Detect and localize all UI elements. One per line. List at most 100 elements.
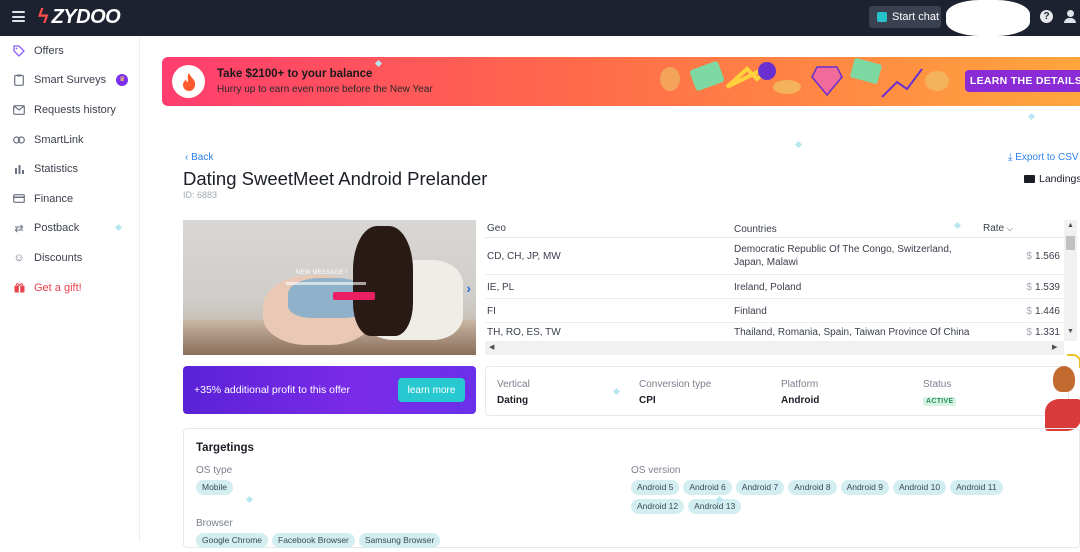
sidebar-item-smartlink[interactable]: SmartLink xyxy=(0,125,139,155)
banner-subtitle: Hurry up to earn even more before the Ne… xyxy=(217,84,433,95)
user-area[interactable] xyxy=(946,0,1030,36)
banner-title: Take $2100+ to your balance xyxy=(217,68,373,80)
horizontal-scrollbar[interactable]: ◀ ▶ xyxy=(485,341,1064,355)
preview-message: NEW MESSAGE ! xyxy=(296,270,348,276)
back-link[interactable]: ‹ Back xyxy=(185,152,213,163)
table-row: CD, CH, JP, MW Democratic Republic Of Th… xyxy=(485,239,1065,275)
chip: Android 9 xyxy=(840,480,889,495)
mail-icon xyxy=(12,104,26,116)
promo-banner[interactable]: Take $2100+ to your balance Hurry up to … xyxy=(162,57,1080,106)
scroll-up-icon[interactable]: ▲ xyxy=(1066,222,1075,229)
promo-text: +35% additional profit to this offer xyxy=(194,384,350,396)
header-rate-label: Rate xyxy=(983,223,1005,234)
os-type-chips: Mobile xyxy=(196,480,496,499)
os-version-label: OS version xyxy=(631,465,681,476)
targetings-panel: Targetings OS type Mobile OS version And… xyxy=(183,428,1080,548)
table-row: TH, RO, ES, TW Thailand, Romania, Spain,… xyxy=(485,324,1065,341)
chip: Android 8 xyxy=(788,480,837,495)
sidebar-item-label: Smart Surveys xyxy=(34,74,107,87)
chip: Android 12 xyxy=(631,499,685,514)
snowflake-decoration xyxy=(1027,112,1036,121)
landings-label: Landings xyxy=(1039,173,1080,185)
table-header: Geo Countries Rate ⌵ xyxy=(485,220,1078,238)
smile-icon: ☺ xyxy=(13,251,25,264)
card-icon xyxy=(12,193,26,205)
row-countries: Democratic Republic Of The Congo, Switze… xyxy=(734,244,952,268)
row-countries: Ireland, Poland xyxy=(734,282,802,293)
landing-preview[interactable]: NEW MESSAGE ! › xyxy=(183,220,476,355)
meta-status: Status ACTIVE xyxy=(923,379,957,408)
chip: Android 13 xyxy=(688,499,742,514)
learn-more-button[interactable]: learn more xyxy=(398,378,465,402)
link-icon xyxy=(12,134,26,146)
row-geo: CD, CH, JP, MW xyxy=(487,251,561,262)
meta-conversion-type: Conversion type CPI xyxy=(639,379,711,406)
header-geo[interactable]: Geo xyxy=(487,223,506,234)
logo-text: ZYDOO xyxy=(51,5,121,28)
export-csv-link[interactable]: ⤓ Export to CSV xyxy=(1008,152,1079,163)
chip: Mobile xyxy=(196,480,234,495)
row-rate: $1.446 xyxy=(982,306,1060,317)
browser-chips: Google Chrome Facebook Browser Samsung B… xyxy=(196,533,596,552)
fire-icon xyxy=(172,65,205,98)
table-row: FI Finland $1.446 xyxy=(485,300,1065,323)
sidebar-item-label: Get a gift! xyxy=(34,281,82,294)
sidebar-item-offers[interactable]: Offers xyxy=(0,36,139,66)
learn-details-button[interactable]: LEARN THE DETAILS xyxy=(965,70,1080,92)
rate-value: 1.566 xyxy=(1034,251,1060,262)
sidebar-item-smart-surveys[interactable]: Smart Surveys ♛ xyxy=(0,66,139,96)
header-rate[interactable]: Rate ⌵ xyxy=(983,223,1013,234)
scroll-down-icon[interactable]: ▼ xyxy=(1066,328,1075,335)
menu-icon[interactable] xyxy=(12,11,25,22)
row-rate: $1.539 xyxy=(982,282,1060,293)
row-rate: $1.566 xyxy=(982,251,1060,262)
snowflake-decoration xyxy=(794,140,803,149)
preview-button xyxy=(333,292,375,300)
header-countries[interactable]: Countries xyxy=(734,223,979,236)
help-icon[interactable]: ? xyxy=(1040,10,1053,23)
landings-toggle[interactable]: Landings xyxy=(1024,173,1080,185)
meta-label: Platform xyxy=(781,379,819,390)
scroll-thumb[interactable] xyxy=(1066,236,1075,250)
row-countries: Thailand, Romania, Spain, Taiwan Provinc… xyxy=(734,327,970,338)
logo[interactable]: ϟ ZYDOO xyxy=(38,5,121,28)
sidebar-item-requests-history[interactable]: Requests history xyxy=(0,95,139,125)
sidebar-item-get-a-gift[interactable]: Get a gift! xyxy=(0,273,139,303)
sidebar-item-label: Requests history xyxy=(34,103,116,116)
deer-antler xyxy=(1067,354,1080,368)
sidebar-item-label: SmartLink xyxy=(34,133,84,146)
arrows-icon: ⇄ xyxy=(14,222,24,235)
targetings-title: Targetings xyxy=(196,442,254,454)
sidebar-item-finance[interactable]: Finance xyxy=(0,184,139,214)
chip: Android 6 xyxy=(683,480,732,495)
scroll-left-icon[interactable]: ◀ xyxy=(489,343,494,351)
back-label: Back xyxy=(191,152,214,163)
meta-vertical: Vertical Dating xyxy=(497,379,530,406)
deer-head xyxy=(1053,366,1075,392)
scroll-right-icon[interactable]: ▶ xyxy=(1052,343,1057,351)
profit-promo: +35% additional profit to this offer lea… xyxy=(183,366,476,414)
chevron-down-icon: ⌵ xyxy=(1006,224,1013,233)
currency: $ xyxy=(1026,327,1032,338)
row-countries: Finland xyxy=(734,306,767,317)
row-geo: FI xyxy=(487,306,496,317)
chip: Android 5 xyxy=(631,480,680,495)
sidebar-item-label: Statistics xyxy=(34,163,79,176)
offer-id: ID: 6883 xyxy=(183,190,218,200)
user-icon[interactable] xyxy=(1064,10,1076,23)
chip: Android 10 xyxy=(892,480,947,495)
table-row: IE, PL Ireland, Poland $1.539 xyxy=(485,276,1065,299)
sidebar: Offers Smart Surveys ♛ Requests history … xyxy=(0,36,140,541)
preview-hair xyxy=(353,226,413,336)
start-chat-button[interactable]: Start chat xyxy=(869,6,941,28)
meta-label: Status xyxy=(923,379,952,390)
chevron-right-icon[interactable]: › xyxy=(466,280,471,296)
page-title: Dating SweetMeet Android Prelander xyxy=(183,168,488,189)
sidebar-item-statistics[interactable]: Statistics xyxy=(0,154,139,184)
export-label: Export to CSV xyxy=(1015,152,1079,163)
vertical-scrollbar[interactable]: ▲ ▼ xyxy=(1064,220,1077,341)
rates-table: Geo Countries Rate ⌵ CD, CH, JP, MW Demo… xyxy=(485,220,1078,356)
os-version-chips: Android 5 Android 6 Android 7 Android 8 … xyxy=(631,480,1041,518)
sidebar-item-discounts[interactable]: ☺ Discounts xyxy=(0,243,139,273)
sidebar-item-label: Offers xyxy=(34,44,64,57)
